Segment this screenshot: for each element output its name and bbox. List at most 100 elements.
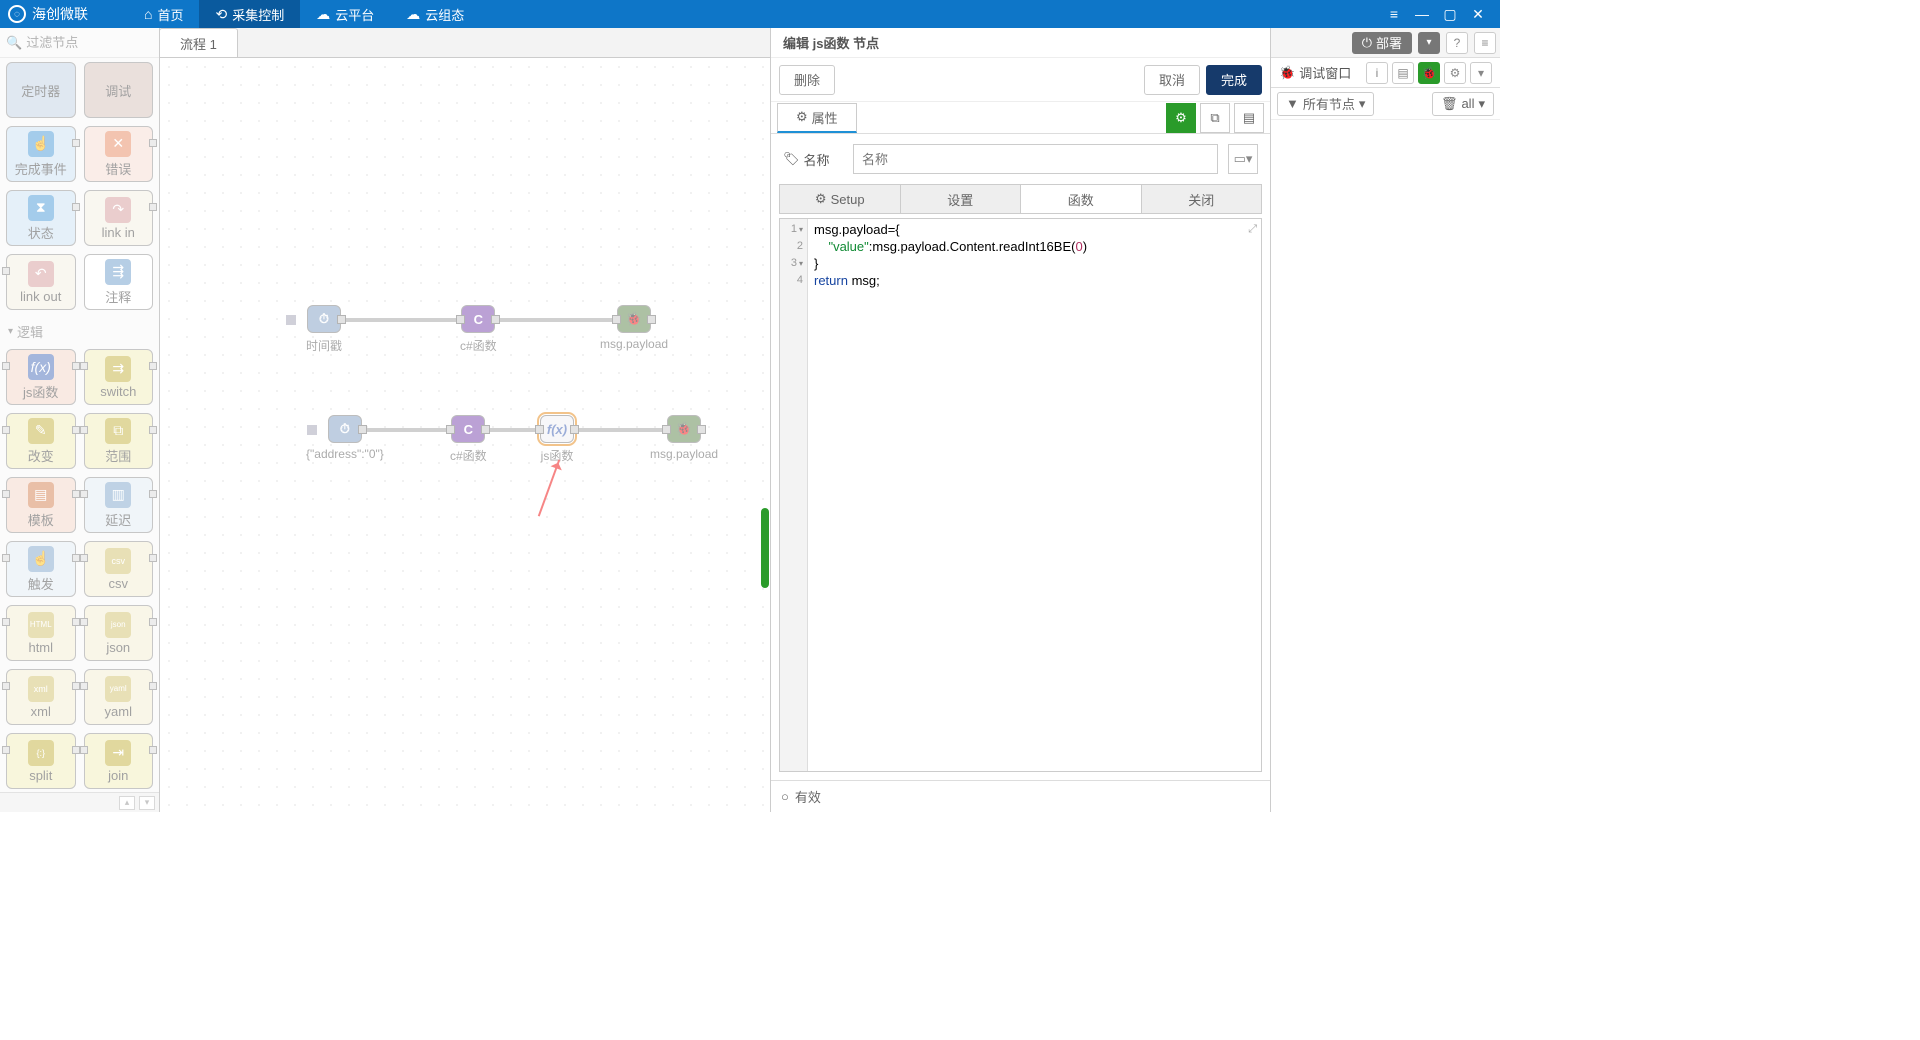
bug-icon[interactable]: 🐞 (1418, 62, 1440, 84)
nav-collect[interactable]: ⟲采集控制 (199, 0, 300, 28)
collapse-down-button[interactable]: ▾ (139, 796, 155, 810)
minimize-button[interactable]: — (1408, 6, 1436, 22)
palette-node[interactable]: ⇥join (84, 733, 154, 789)
canvas-scrollbar[interactable] (760, 108, 770, 792)
expand-icon[interactable]: ⤢ (1248, 223, 1257, 236)
copy-button[interactable]: ⧉ (1200, 103, 1230, 133)
menu-icon[interactable]: ≡ (1380, 6, 1408, 22)
palette-node[interactable]: ⇉switch (84, 349, 154, 405)
flow-tabs: 流程 1 (160, 28, 770, 58)
delete-button[interactable]: 删除 (779, 65, 835, 95)
deploy-caret[interactable]: ▾ (1418, 32, 1440, 54)
palette-node[interactable]: {:}split (6, 733, 76, 789)
palette-node[interactable]: ⧉范围 (84, 413, 154, 469)
name-label: 🏷名称 (783, 150, 843, 169)
palette-node[interactable]: xmlxml (6, 669, 76, 725)
node-inject[interactable]: ⏱{"address":"0"} (306, 415, 384, 461)
palette-filter: 🔍 (0, 28, 159, 58)
palette-node[interactable]: ☝触发 (6, 541, 76, 597)
tag-icon: 🏷 (783, 151, 800, 167)
book-button[interactable]: ▤ (1234, 103, 1264, 133)
touch-icon: ☝ (28, 131, 54, 157)
palette-node[interactable]: ▤模板 (6, 477, 76, 533)
deploy-button[interactable]: ⏻部署 (1352, 32, 1412, 54)
range-icon: ⧉ (105, 418, 131, 444)
collapse-up-button[interactable]: ▴ (119, 796, 135, 810)
fx-icon: f(x) (28, 354, 54, 380)
palette-node[interactable]: HTMLhtml (6, 605, 76, 661)
palette-sidebar: 🔍 定时器 调试 ☝完成事件 ✕错误 ⧗状态 ↷link in ↶link ou… (0, 28, 160, 812)
palette-node[interactable]: 调试 (84, 62, 154, 118)
menu-icon[interactable]: ≡ (1474, 32, 1496, 54)
name-input[interactable] (853, 144, 1218, 174)
done-button[interactable]: 完成 (1206, 65, 1262, 95)
json-icon: json (105, 612, 131, 638)
category-logic[interactable]: ▾逻辑 (6, 318, 153, 345)
node-csharp[interactable]: Cc#函数 (450, 415, 487, 464)
tab-close[interactable]: 关闭 (1142, 185, 1262, 213)
html-icon: HTML (28, 612, 54, 638)
tab-setup[interactable]: ⚙Setup (780, 185, 901, 213)
line-gutter: 1▾23▾4 (780, 219, 808, 771)
palette-node[interactable]: ↷link in (84, 190, 154, 246)
flow-tab[interactable]: 流程 1 (159, 28, 238, 57)
gear-icon[interactable]: ⚙ (1444, 62, 1466, 84)
template-icon: ▤ (28, 482, 54, 508)
node-debug[interactable]: 🐞msg.payload (650, 415, 718, 461)
info-icon[interactable]: i (1366, 62, 1388, 84)
cancel-button[interactable]: 取消 (1144, 65, 1200, 95)
nav-config[interactable]: ☁云组态 (390, 0, 480, 28)
name-type-button[interactable]: ▭▾ (1228, 144, 1258, 174)
debug-icon: 🐞 (1279, 65, 1295, 81)
maximize-button[interactable]: ▢ (1436, 6, 1464, 23)
tab-init[interactable]: 设置 (901, 185, 1022, 213)
nav-cloud[interactable]: ☁云平台 (300, 0, 390, 28)
xml-icon: xml (28, 676, 54, 702)
code-editor[interactable]: 1▾23▾4 msg.payload={ "value":msg.payload… (779, 218, 1262, 772)
book-icon[interactable]: ▤ (1392, 62, 1414, 84)
valid-icon: ○ (781, 789, 789, 804)
change-icon: ✎ (28, 418, 54, 444)
filter-nodes-button[interactable]: ▼所有节点▾ (1277, 92, 1374, 116)
chevron-down-icon: ▾ (8, 326, 13, 337)
palette-node[interactable]: csvcsv (84, 541, 154, 597)
palette-node[interactable]: ☝完成事件 (6, 126, 76, 182)
edit-title: 编辑 js函数 节点 (771, 28, 1270, 58)
node-inject[interactable]: ⏱时间戳 (306, 305, 342, 354)
palette-node[interactable]: jsonjson (84, 605, 154, 661)
switch-icon: ⇉ (105, 356, 131, 382)
node-csharp[interactable]: Cc#函数 (460, 305, 497, 354)
palette-node[interactable]: f(x)js函数 (6, 349, 76, 405)
edit-panel: 编辑 js函数 节点 删除 取消 完成 ⚙属性 ⚙ ⧉ ▤ 🏷名称 ▭▾ ⚙Se… (770, 28, 1270, 812)
palette-node[interactable]: ⇶注释 (84, 254, 154, 310)
node-debug[interactable]: 🐞msg.payload (600, 305, 668, 351)
help-icon[interactable]: ? (1446, 32, 1468, 54)
palette-node[interactable]: yamlyaml (84, 669, 154, 725)
link-out-icon: ↶ (28, 261, 54, 287)
palette-node[interactable]: ▥延迟 (84, 477, 154, 533)
nav-home[interactable]: ⌂首页 (128, 0, 199, 28)
annotation-arrow (538, 459, 560, 516)
debug-title: 调试窗口 (1299, 63, 1351, 82)
error-icon: ✕ (105, 131, 131, 157)
deploy-icon: ⏻ (1362, 35, 1372, 51)
caret-icon[interactable]: ▾ (1470, 62, 1492, 84)
palette-node[interactable]: ✎改变 (6, 413, 76, 469)
close-button[interactable]: ✕ (1464, 6, 1492, 23)
canvas-area: 流程 1 ⏱时间戳 Cc#函数 🐞msg.payload ⏱{"address"… (160, 28, 770, 812)
tab-properties[interactable]: ⚙属性 (777, 103, 857, 133)
palette-node[interactable]: 定时器 (6, 62, 76, 118)
palette-node[interactable]: ⧗状态 (6, 190, 76, 246)
flow-canvas[interactable]: ⏱时间戳 Cc#函数 🐞msg.payload ⏱{"address":"0"}… (160, 58, 770, 812)
collect-icon: ⟲ (215, 6, 227, 23)
env-button[interactable]: ⚙ (1166, 103, 1196, 133)
gear-icon: ⚙ (796, 109, 808, 125)
palette-node[interactable]: ✕错误 (84, 126, 154, 182)
palette-footer: ▴ ▾ (0, 792, 159, 812)
tab-function[interactable]: 函数 (1021, 185, 1142, 213)
clear-button[interactable]: 🗑all▾ (1432, 92, 1494, 116)
cloud-icon: ☁ (316, 6, 330, 23)
palette-node[interactable]: ↶link out (6, 254, 76, 310)
code-content: msg.payload={ "value":msg.payload.Conten… (808, 219, 1261, 771)
split-icon: {:} (28, 740, 54, 766)
